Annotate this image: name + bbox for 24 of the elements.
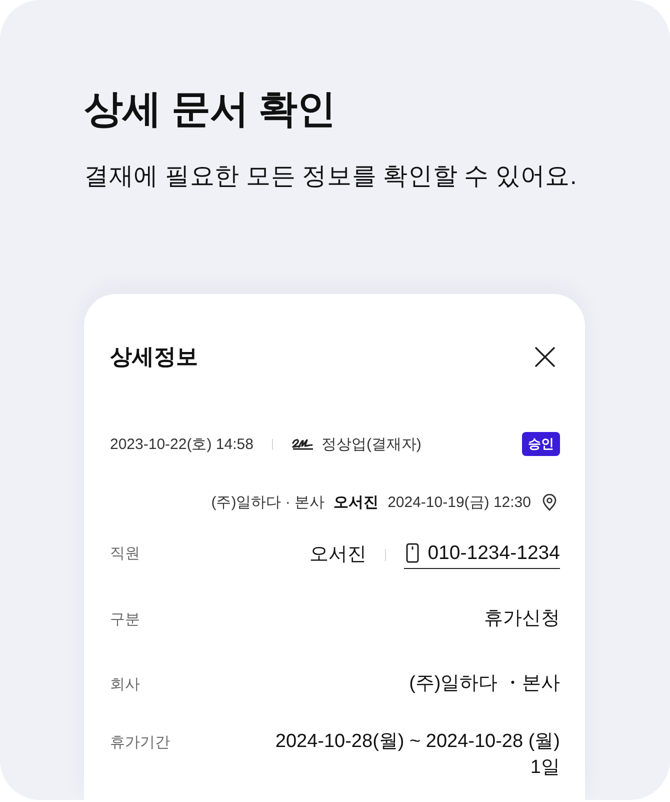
field-label: 직원 [110,544,140,564]
approver-name: 정상업(결재자) [321,434,422,454]
request-company: (주)일하다 · 본사 [211,492,325,512]
page-title: 상세 문서 확인 [84,87,337,133]
duration-value: 1일 [530,756,560,780]
close-button[interactable] [534,346,556,368]
request-datetime: 2024-10-19(금) 12:30 [388,492,531,512]
phone-link[interactable]: 010-1234-1234 [404,540,560,569]
field-value: (주)일하다 ・본사 [409,672,560,696]
page-subtitle: 결재에 필요한 모든 정보를 확인할 수 있어요. [84,162,578,192]
close-icon [534,346,556,368]
signature-icon [292,438,314,450]
requester-name: 오서진 [334,492,379,512]
status-badge: 승인 [522,432,560,456]
approval-datetime: 2023-10-22(호) 14:58 [110,434,254,454]
panel-title: 상세정보 [110,343,198,371]
field-label: 구분 [110,610,140,630]
field-value: 휴가신청 [484,607,560,631]
period-value: 2024-10-28(월) ~ 2024-10-28 (월) [275,730,560,754]
field-label: 휴가기간 [110,733,170,753]
location-pin-icon [542,494,557,510]
field-label: 회사 [110,675,140,695]
mobile-phone-icon [406,543,419,563]
field-value: 오서진 [310,542,367,566]
